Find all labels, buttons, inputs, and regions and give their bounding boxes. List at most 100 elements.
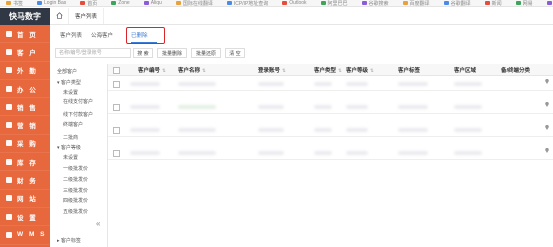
column-header[interactable]: 登录账号 ⇅: [258, 66, 286, 74]
sidebar-item[interactable]: 财 务: [0, 171, 50, 190]
redacted-cell: [346, 82, 368, 86]
top-bar: 客户列表: [50, 8, 553, 25]
bookmark-item[interactable]: 谷歌翻译: [443, 0, 471, 6]
sort-icon[interactable]: ⇅: [162, 68, 166, 73]
sidebar-item[interactable]: 客 户: [0, 43, 50, 62]
sidebar-item-label: 办 公: [17, 86, 38, 94]
sidebar-item[interactable]: 办 公: [0, 80, 50, 99]
sidebar-item[interactable]: 首 页: [0, 25, 50, 44]
bookmark-icon: [484, 1, 490, 5]
tree-item[interactable]: 五级批发价: [63, 208, 88, 215]
sidebar-item[interactable]: 库 存: [0, 153, 50, 172]
redacted-cell: [258, 151, 284, 155]
bookmark-icon: [515, 1, 521, 5]
tree-item[interactable]: 全部客户: [57, 68, 77, 75]
row-checkbox[interactable]: [113, 150, 120, 157]
tree-item[interactable]: 二级批发价: [63, 176, 88, 183]
tree-item[interactable]: 四级批发价: [63, 197, 88, 204]
redacted-cell: [258, 128, 284, 132]
location-pin-icon[interactable]: [545, 79, 549, 84]
bookmark-item[interactable]: 国际在线翻译: [175, 0, 213, 6]
bookmark-item[interactable]: 邮件: [546, 0, 553, 6]
subtab[interactable]: 客户列表: [60, 31, 82, 39]
table-row[interactable]: [108, 122, 553, 137]
tree-item-label: 四级批发价: [63, 198, 89, 204]
sort-icon[interactable]: ⇅: [370, 68, 374, 73]
column-header[interactable]: 备/终端分类: [501, 66, 530, 74]
location-pin-icon[interactable]: [545, 125, 549, 130]
batch-delete-button[interactable]: 批量删除: [157, 48, 187, 58]
sort-icon[interactable]: ⇅: [282, 68, 286, 73]
column-header[interactable]: 客户名称 ⇅: [178, 66, 206, 74]
sidebar-item[interactable]: 营 销: [0, 116, 50, 135]
tree-item[interactable]: 终端客户: [63, 121, 83, 128]
sidebar-item[interactable]: 销 售: [0, 98, 50, 117]
bookmark-item[interactable]: 阿里巴巴: [320, 0, 348, 6]
tree-item[interactable]: 一级批发价: [63, 165, 88, 172]
bookmark-item[interactable]: Outlook: [282, 0, 307, 6]
tree-item[interactable]: 未设置: [63, 89, 78, 96]
tree-item-label: 未设置: [63, 155, 79, 161]
bookmark-item[interactable]: 网易: [515, 0, 533, 6]
search-button[interactable]: 搜 索: [133, 48, 153, 58]
sidebar-item[interactable]: 设 置: [0, 208, 50, 227]
column-header[interactable]: 客户区域: [454, 66, 476, 74]
row-checkbox[interactable]: [113, 127, 120, 134]
column-header-label: 客户类型: [314, 68, 337, 74]
column-header[interactable]: 客户标签: [398, 66, 420, 74]
bookmark-item[interactable]: ICP/IP地址查询: [226, 0, 269, 7]
tree-item[interactable]: 未设置: [63, 154, 78, 161]
tree-item[interactable]: 线下付款客户: [63, 111, 93, 118]
batch-restore-button[interactable]: 批量还原: [191, 48, 221, 58]
bookmark-item[interactable]: 首页: [80, 0, 97, 6]
redacted-cell: [314, 82, 332, 86]
tree-item[interactable]: 在线支付客户: [63, 98, 93, 105]
bookmark-label: ICP/IP地址查询: [233, 0, 269, 7]
tree-item-label: 在线支付客户: [63, 99, 94, 105]
tree-item[interactable]: 三级批发价: [63, 187, 88, 194]
collapse-icon[interactable]: «: [96, 219, 100, 228]
bookmark-item[interactable]: 谷歌搜索: [361, 0, 389, 6]
bookmark-item[interactable]: Zone: [111, 0, 130, 6]
location-pin-icon[interactable]: [545, 102, 549, 107]
row-checkbox[interactable]: [113, 81, 120, 88]
column-header[interactable]: 客户类型 ⇅: [314, 66, 342, 74]
sort-icon[interactable]: ⇅: [202, 68, 206, 73]
bookmark-item[interactable]: Aliqu: [143, 0, 162, 6]
sidebar-item[interactable]: 网 站: [0, 190, 50, 208]
bookmark-item[interactable]: 新闻: [484, 0, 502, 6]
tree-item-label: 客户等级: [60, 145, 81, 151]
tree-item[interactable]: ▾ 客户类型: [57, 79, 81, 86]
sidebar-item-label: 营 销: [17, 123, 38, 131]
select-all-checkbox[interactable]: [113, 67, 120, 74]
table-row[interactable]: [108, 99, 553, 114]
sidebar-item[interactable]: 外 勤: [0, 62, 50, 80]
sidebar-item[interactable]: 采 购: [0, 135, 50, 154]
tree-item[interactable]: ▸ 客户标签: [57, 237, 81, 244]
home-icon[interactable]: [56, 12, 63, 19]
bookmark-icon: [320, 1, 326, 5]
clear-button[interactable]: 清 空: [225, 48, 245, 58]
column-header[interactable]: 客户等级 ⇅: [346, 66, 374, 74]
table-row[interactable]: [108, 76, 553, 91]
tree-item[interactable]: ▾ 客户等级: [57, 144, 81, 151]
bookmark-item[interactable]: 书签: [6, 0, 23, 6]
redacted-cell: [398, 105, 428, 109]
tab-customer-list[interactable]: 客户列表: [68, 8, 105, 24]
table-row[interactable]: [108, 145, 553, 160]
tree-item[interactable]: 二批商: [63, 134, 78, 141]
sort-icon[interactable]: ⇅: [338, 68, 342, 73]
website-icon: [6, 195, 12, 202]
sidebar-item[interactable]: W M S: [0, 226, 50, 245]
redacted-cell: [130, 151, 160, 155]
row-checkbox[interactable]: [113, 104, 120, 111]
location-pin-icon[interactable]: [545, 148, 549, 153]
column-header[interactable]: 客户编号 ⇅: [138, 66, 166, 74]
office-icon: [6, 85, 12, 92]
bookmark-icon: [546, 1, 552, 5]
bookmark-item[interactable]: Login Bas: [37, 0, 66, 6]
subtab[interactable]: 公海客户: [91, 31, 113, 39]
bookmark-item[interactable]: 百度翻译: [402, 0, 430, 6]
bookmark-icon: [111, 1, 117, 5]
search-input[interactable]: 名称/编号/登录账号: [55, 48, 131, 58]
